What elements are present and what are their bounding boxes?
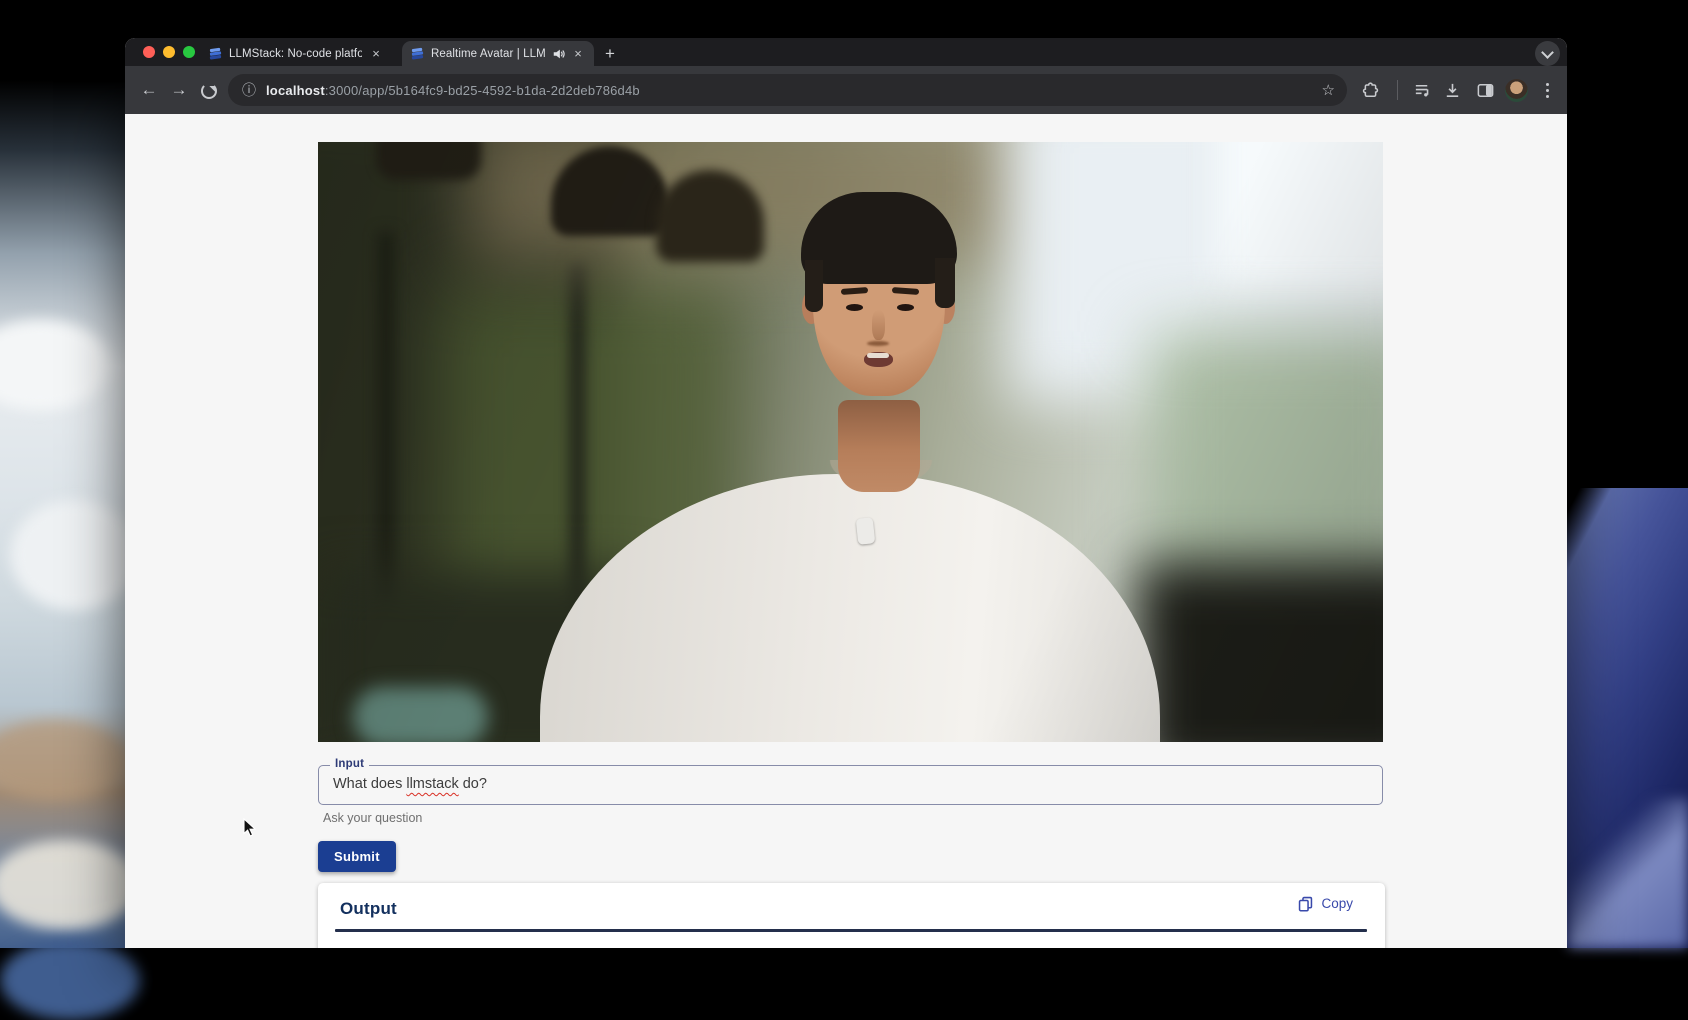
reload-button[interactable] [197, 78, 221, 102]
mouse-cursor [243, 818, 259, 838]
downloads-icon[interactable] [1440, 78, 1464, 102]
misspelled-word: llmstack [406, 776, 458, 792]
output-divider [335, 929, 1367, 932]
output-title: Output [340, 899, 397, 919]
address-bar[interactable]: ⓘ localhost:3000/app/5b164fc9-bd25-4592-… [228, 74, 1347, 106]
tab-strip: LLMStack: No-code platform × Realtime Av… [125, 38, 1567, 66]
browser-toolbar: ← → ⓘ localhost:3000/app/5b164fc9-bd25-4… [125, 66, 1567, 114]
output-card: Output Copy [318, 883, 1385, 948]
tab-overview-button[interactable] [1535, 41, 1560, 66]
toolbar-separator [1397, 80, 1398, 100]
chevron-down-icon [1541, 46, 1554, 59]
minimize-window-button[interactable] [163, 46, 175, 58]
llmstack-favicon-icon [410, 46, 425, 61]
more-menu-icon[interactable] [1535, 78, 1559, 102]
extensions-icon[interactable] [1358, 78, 1382, 102]
web-page: Input What does llmstack do? Ask your qu… [125, 114, 1567, 948]
close-window-button[interactable] [143, 46, 155, 58]
input-helper-text: Ask your question [323, 811, 422, 825]
avatar-video[interactable] [318, 142, 1383, 742]
question-input[interactable]: Input What does llmstack do? [318, 765, 1383, 805]
new-tab-button[interactable]: + [599, 43, 621, 65]
tab-llmstack-platform[interactable]: LLMStack: No-code platform × [200, 41, 392, 66]
tab-title: LLMStack: No-code platform [229, 48, 362, 60]
copy-label: Copy [1321, 896, 1353, 911]
input-label: Input [330, 758, 369, 770]
zoom-window-button[interactable] [183, 46, 195, 58]
url-text: localhost:3000/app/5b164fc9-bd25-4592-b1… [266, 83, 640, 98]
bookmark-star-icon[interactable]: ☆ [1322, 81, 1335, 99]
copy-icon [1297, 895, 1314, 912]
tab-realtime-avatar[interactable]: Realtime Avatar | LLMStac × [402, 41, 594, 66]
site-info-icon[interactable]: ⓘ [242, 80, 256, 100]
llmstack-favicon-icon [208, 46, 223, 61]
back-button[interactable]: ← [137, 78, 161, 102]
browser-window: LLMStack: No-code platform × Realtime Av… [125, 38, 1567, 948]
media-controls-icon[interactable] [1410, 78, 1434, 102]
forward-button[interactable]: → [167, 78, 191, 102]
close-icon[interactable]: × [570, 46, 586, 62]
profile-avatar[interactable] [1505, 79, 1528, 102]
submit-button[interactable]: Submit [318, 841, 396, 872]
audio-playing-icon[interactable] [552, 47, 566, 61]
close-icon[interactable]: × [368, 46, 384, 62]
earth-clouds-left [0, 80, 127, 948]
side-panel-icon[interactable] [1473, 78, 1497, 102]
input-value: What does llmstack do? [333, 776, 487, 792]
copy-button[interactable]: Copy [1291, 894, 1359, 913]
earth-glow-right [1568, 798, 1688, 948]
tab-title: Realtime Avatar | LLMStac [431, 48, 546, 60]
